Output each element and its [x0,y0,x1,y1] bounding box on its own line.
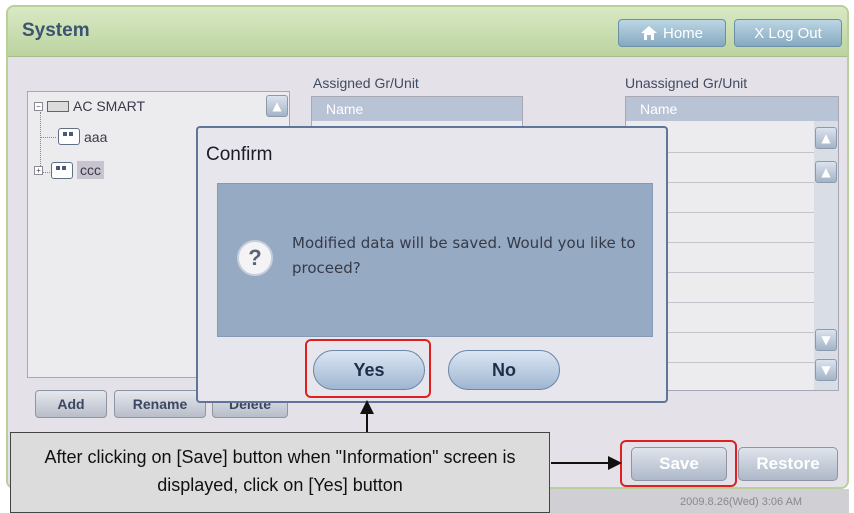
arrow-head-up [360,400,374,414]
instruction-callout: After clicking on [Save] button when "In… [10,432,550,513]
arrow-head-right [608,456,622,470]
